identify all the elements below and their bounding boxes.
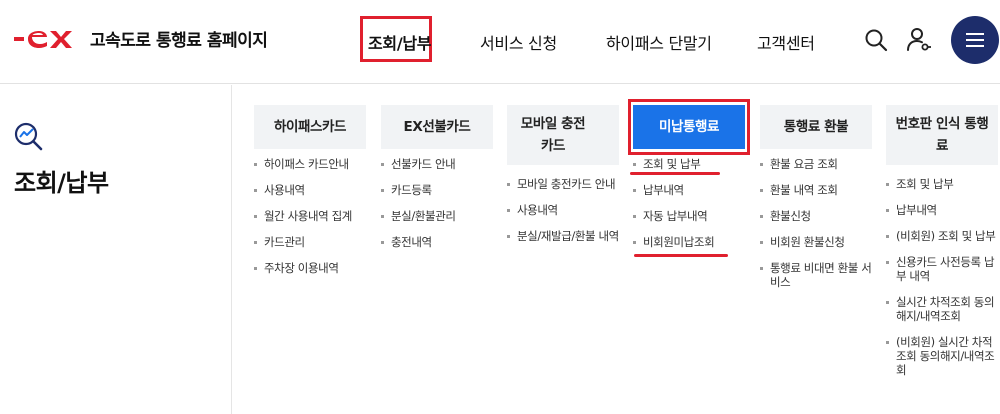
hamburger-menu-icon (966, 33, 984, 47)
menu-item[interactable]: 사용내역 (254, 183, 366, 197)
menu-column-plate-recognition: 번호판 인식 통행료 조회 및 납부 납부내역 (비회원) 조회 및 납부 신용… (886, 105, 998, 377)
menu-column-ex-prepaid-card: EX선불카드 선불카드 안내 카드등록 분실/환불관리 충전내역 (381, 105, 493, 249)
menu-item[interactable]: 카드관리 (254, 235, 366, 249)
menu-column-mobile-card: 모바일 충전카드 모바일 충전카드 안내 사용내역 분실/재발급/환불 내역 (507, 105, 619, 243)
nav-customer-center[interactable]: 고객센터 (757, 30, 815, 54)
logo-text: 고속도로 통행료 홈페이지 (90, 31, 268, 51)
nav-lookup-payment[interactable]: 조회/납부 (368, 30, 432, 54)
menu-item[interactable]: 조회 및 납부 (886, 177, 998, 191)
menu-item[interactable]: 분실/환불관리 (381, 209, 493, 223)
menu-heading-hipass-card[interactable]: 하이패스카드 (254, 105, 366, 149)
magnifier-chart-icon (14, 122, 43, 151)
menu-item[interactable]: 모바일 충전카드 안내 (507, 177, 619, 191)
menu-item[interactable]: 월간 사용내역 집계 (254, 209, 366, 223)
menu-item[interactable]: 비회원미납조회 (633, 235, 745, 249)
menu-item[interactable]: 주차장 이용내역 (254, 261, 366, 275)
menu-item[interactable]: 납부내역 (633, 183, 745, 197)
menu-item[interactable]: 비회원 환불신청 (760, 235, 872, 249)
menu-item[interactable]: 환불신청 (760, 209, 872, 223)
menu-item[interactable]: 충전내역 (381, 235, 493, 249)
menu-column-hipass-card: 하이패스카드 하이패스 카드안내 사용내역 월간 사용내역 집계 카드관리 주차… (254, 105, 366, 275)
menu-item[interactable]: 분실/재발급/환불 내역 (507, 229, 619, 243)
search-icon[interactable] (864, 28, 888, 56)
menu-item[interactable]: 통행료 비대면 환불 서비스 (760, 261, 872, 289)
annotation-underline-nonmember (634, 254, 728, 257)
site-header: 고속도로 통행료 홈페이지 조회/납부 서비스 신청 하이패스 단말기 고객센터 (0, 0, 1000, 84)
menu-heading-plate-recognition[interactable]: 번호판 인식 통행료 (886, 105, 998, 165)
menu-column-toll-refund: 통행료 환불 환불 요금 조회 환불 내역 조회 환불신청 비회원 환불신청 통… (760, 105, 872, 289)
hamburger-menu-button[interactable] (951, 16, 999, 64)
menu-heading-mobile-card[interactable]: 모바일 충전카드 (507, 105, 619, 165)
ex-logo-icon (14, 30, 72, 48)
menu-item[interactable]: 납부내역 (886, 203, 998, 217)
menu-item[interactable]: 환불 요금 조회 (760, 157, 872, 171)
menu-item[interactable]: 신용카드 사전등록 납부 내역 (886, 255, 998, 283)
menu-item[interactable]: 조회 및 납부 (633, 157, 745, 171)
site-logo[interactable]: 고속도로 통행료 홈페이지 (14, 26, 268, 51)
menu-heading-toll-refund[interactable]: 통행료 환불 (760, 105, 872, 149)
section-title-panel: 조회/납부 (0, 85, 232, 414)
menu-item[interactable]: (비회원) 실시간 차적조회 동의해지/내역조회 (886, 335, 998, 377)
page-title: 조회/납부 (14, 169, 109, 197)
menu-item[interactable]: (비회원) 조회 및 납부 (886, 229, 998, 243)
menu-heading-ex-prepaid-card[interactable]: EX선불카드 (381, 105, 493, 149)
menu-item[interactable]: 카드등록 (381, 183, 493, 197)
nav-service-apply[interactable]: 서비스 신청 (480, 30, 557, 54)
menu-item[interactable]: 실시간 차적조회 동의해지/내역조회 (886, 295, 998, 323)
menu-item[interactable]: 사용내역 (507, 203, 619, 217)
annotation-underline-lookup-pay (630, 172, 720, 175)
nav-hipass-device[interactable]: 하이패스 단말기 (606, 30, 712, 54)
annotation-box-unpaid-heading (628, 99, 750, 155)
menu-item[interactable]: 환불 내역 조회 (760, 183, 872, 197)
menu-item[interactable]: 자동 납부내역 (633, 209, 745, 223)
user-icon[interactable] (906, 27, 932, 57)
menu-item[interactable]: 하이패스 카드안내 (254, 157, 366, 171)
menu-item[interactable]: 선불카드 안내 (381, 157, 493, 171)
